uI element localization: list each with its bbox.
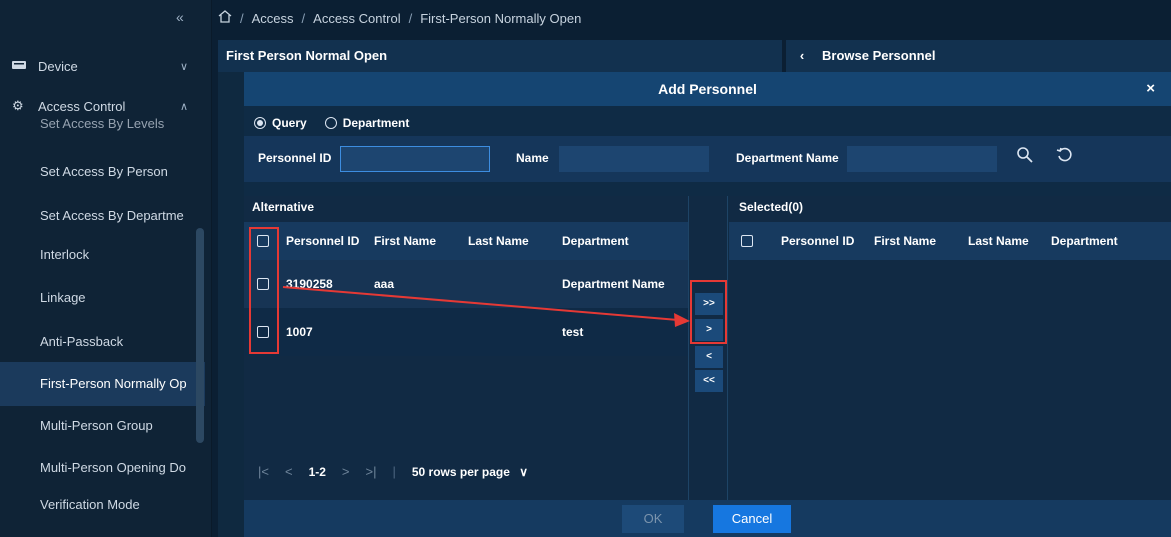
annotation-arrow — [282, 286, 690, 327]
